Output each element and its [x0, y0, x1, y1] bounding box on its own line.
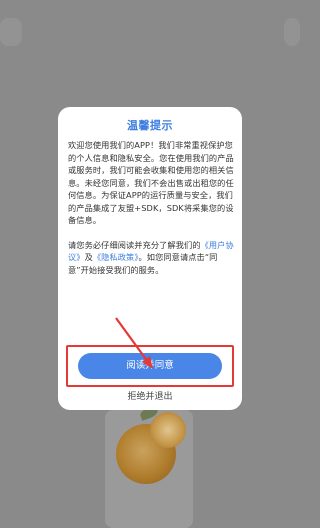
background-tile-left [0, 18, 22, 46]
privacy-policy-link[interactable]: 《隐私政策》 [93, 252, 139, 262]
consent-prefix: 请您务必仔细阅读并充分了解我们的 [68, 239, 201, 250]
privacy-dialog: 温馨提示 欢迎您使用我们的APP！我们非常重视保护您的个人信息和隐私安全。您在使… [58, 107, 242, 410]
dialog-body: 欢迎您使用我们的APP！我们非常重视保护您的个人信息和隐私安全。您在使用我们的产… [68, 139, 234, 276]
dialog-title: 温馨提示 [127, 119, 173, 132]
agree-button[interactable]: 阅读并同意 [78, 353, 222, 379]
consent-and: 及 [84, 252, 93, 262]
reject-button[interactable]: 拒绝并退出 [58, 389, 242, 402]
dialog-paragraph-intro: 欢迎您使用我们的APP！我们非常重视保护您的个人信息和隐私安全。您在使用我们的产… [68, 140, 234, 225]
dialog-paragraph-consent: 请您务必仔细阅读并充分了解我们的《用户协议》及《隐私政策》。如您同意请点击“同意… [68, 239, 234, 277]
background-tile-right [284, 18, 300, 46]
orange-slice-image [150, 412, 186, 448]
